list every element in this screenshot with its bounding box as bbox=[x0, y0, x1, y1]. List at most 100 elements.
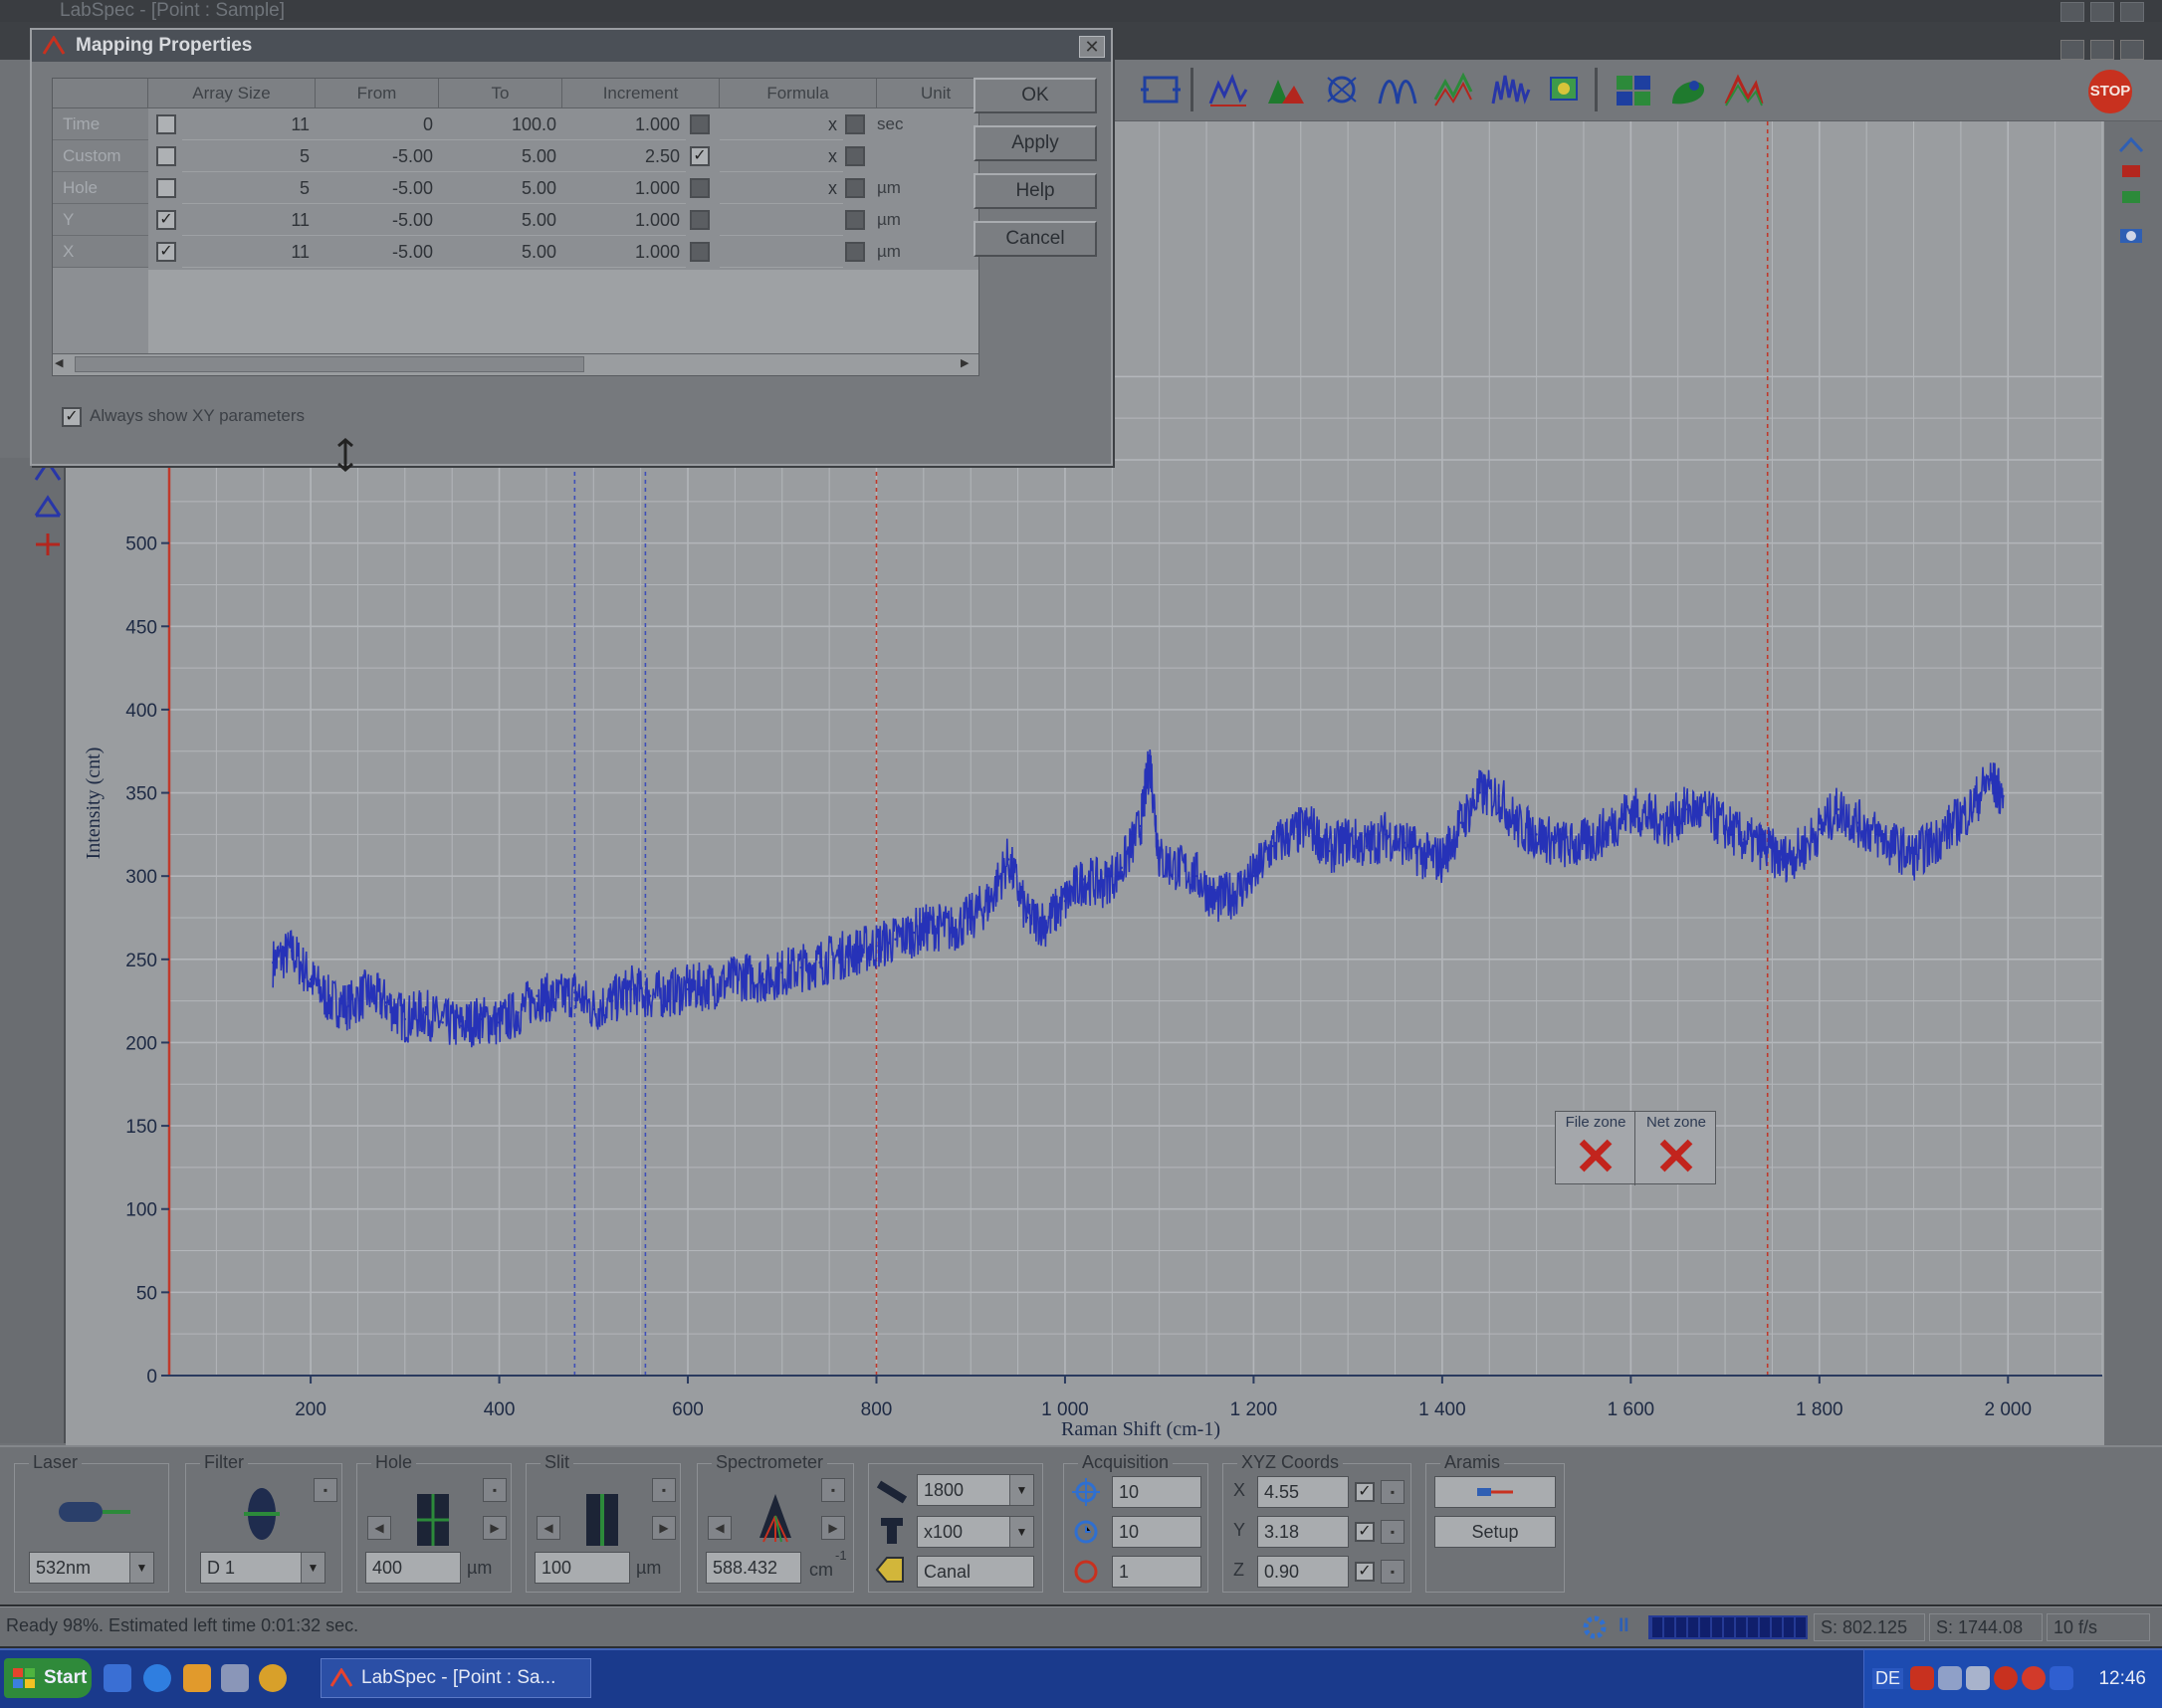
increment-cell[interactable]: 1.000 bbox=[562, 204, 686, 236]
grid-row-checkbox[interactable] bbox=[156, 146, 176, 166]
objective-select[interactable]: x100 ▼ bbox=[917, 1516, 1034, 1548]
spectrometer-option-button[interactable]: ▪ bbox=[821, 1478, 845, 1502]
ok-button[interactable]: OK bbox=[973, 78, 1097, 113]
to-cell[interactable]: 5.00 bbox=[439, 140, 562, 172]
array-size-cell[interactable]: 11 bbox=[182, 204, 316, 236]
array-size-cell[interactable]: 11 bbox=[182, 236, 316, 268]
chevron-down-icon[interactable]: ▼ bbox=[129, 1553, 153, 1583]
always-show-xy-option[interactable]: ✓ Always show XY parameters bbox=[62, 406, 305, 427]
array-size-cell[interactable]: 5 bbox=[182, 172, 316, 204]
overlay-spectra-icon[interactable] bbox=[1722, 70, 1766, 109]
x-goto-button[interactable]: ▪ bbox=[1381, 1480, 1405, 1504]
fit-zoom-icon[interactable] bbox=[1139, 70, 1183, 109]
z-coord-input[interactable]: 0.90 bbox=[1257, 1556, 1349, 1588]
multi-spectra-icon[interactable] bbox=[1431, 70, 1475, 109]
grid-horizontal-scrollbar[interactable]: ◀ ▶ bbox=[53, 353, 978, 375]
x-lock-checkbox[interactable]: ✓ bbox=[1355, 1482, 1375, 1502]
browser-quicklaunch-icon[interactable] bbox=[143, 1664, 171, 1692]
increment-cell[interactable]: 1.000 bbox=[562, 172, 686, 204]
unit-cell[interactable]: sec bbox=[871, 108, 978, 140]
peak-fit-icon[interactable] bbox=[1264, 70, 1308, 109]
display-tray-icon[interactable] bbox=[2050, 1666, 2073, 1690]
z-goto-button[interactable]: ▪ bbox=[1381, 1560, 1405, 1584]
col-formula[interactable]: Formula bbox=[720, 79, 877, 108]
col-unit[interactable]: Unit bbox=[877, 79, 978, 108]
filter-option-button[interactable]: ▪ bbox=[314, 1478, 337, 1502]
start-button[interactable]: Start bbox=[4, 1658, 92, 1698]
filter-select[interactable]: D 1 ▼ bbox=[200, 1552, 325, 1584]
always-show-xy-checkbox[interactable]: ✓ bbox=[62, 406, 82, 427]
player-quicklaunch-icon[interactable] bbox=[259, 1664, 287, 1692]
x-coord-input[interactable]: 4.55 bbox=[1257, 1476, 1349, 1508]
chevron-down-icon[interactable]: ▼ bbox=[301, 1553, 324, 1583]
col-to[interactable]: To bbox=[439, 79, 562, 108]
color-green-icon[interactable] bbox=[2116, 187, 2146, 207]
chevron-down-icon[interactable]: ▼ bbox=[1009, 1475, 1033, 1505]
cancel-button[interactable]: Cancel bbox=[973, 221, 1097, 257]
mapping-icon[interactable] bbox=[1320, 70, 1364, 109]
child-restore-button[interactable] bbox=[2090, 40, 2114, 60]
slit-input[interactable]: 100 bbox=[535, 1552, 630, 1584]
scroll-left-icon[interactable]: ◀ bbox=[55, 356, 71, 372]
spectrometer-input[interactable]: 588.432 bbox=[706, 1552, 801, 1584]
mapping-grid[interactable]: Array Size From To Increment Formula Uni… bbox=[52, 78, 979, 376]
grid-row-checkbox[interactable] bbox=[156, 178, 176, 198]
grid-row-checkbox[interactable]: ✓ bbox=[156, 210, 176, 230]
formula-checkbox[interactable] bbox=[845, 242, 865, 262]
grid-row-checkbox[interactable] bbox=[156, 114, 176, 134]
scroll-right-icon[interactable]: ▶ bbox=[961, 356, 976, 372]
to-cell[interactable]: 5.00 bbox=[439, 204, 562, 236]
antivirus-tray-icon[interactable] bbox=[2022, 1666, 2046, 1690]
formula-cell[interactable]: x bbox=[720, 172, 843, 204]
increment-cell[interactable]: 1.000 bbox=[562, 108, 686, 140]
hole-option-button[interactable]: ▪ bbox=[483, 1478, 507, 1502]
unit-cell[interactable]: µm bbox=[871, 204, 978, 236]
formula-checkbox[interactable] bbox=[845, 114, 865, 134]
printer-tray-icon[interactable] bbox=[1966, 1666, 1990, 1690]
labspec-quicklaunch-icon[interactable] bbox=[221, 1664, 249, 1692]
device-tray-icon[interactable] bbox=[1938, 1666, 1962, 1690]
to-cell[interactable]: 100.0 bbox=[439, 108, 562, 140]
cycles-input[interactable]: 1 bbox=[1112, 1556, 1201, 1588]
scrollbar-thumb[interactable] bbox=[75, 356, 584, 372]
image-grid-icon[interactable] bbox=[1613, 70, 1656, 109]
stop-button[interactable]: STOP bbox=[2088, 70, 2132, 113]
hole-decrease-button[interactable]: ◀ bbox=[367, 1516, 391, 1540]
baseline-icon[interactable] bbox=[34, 494, 62, 520]
formula-cell[interactable]: x bbox=[720, 140, 843, 172]
col-array-size[interactable]: Array Size bbox=[148, 79, 316, 108]
spectrometer-decrease-button[interactable]: ◀ bbox=[708, 1516, 732, 1540]
desktop-quicklaunch-icon[interactable] bbox=[104, 1664, 131, 1692]
array-size-cell[interactable]: 5 bbox=[182, 140, 316, 172]
spectrum-icon[interactable] bbox=[1206, 70, 1250, 109]
laser-select[interactable]: 532nm ▼ bbox=[29, 1552, 154, 1584]
dialog-close-button[interactable]: ✕ bbox=[1079, 36, 1105, 58]
child-minimize-button[interactable] bbox=[2060, 40, 2084, 60]
formula-checkbox[interactable] bbox=[845, 210, 865, 230]
color-red-icon[interactable] bbox=[2116, 161, 2146, 181]
y-lock-checkbox[interactable]: ✓ bbox=[1355, 1522, 1375, 1542]
formula-cell[interactable] bbox=[720, 236, 843, 268]
color-map-icon[interactable] bbox=[1666, 70, 1710, 109]
camera-icon[interactable] bbox=[2116, 221, 2146, 247]
grating-select[interactable]: 1800 ▼ bbox=[917, 1474, 1034, 1506]
slit-increase-button[interactable]: ▶ bbox=[652, 1516, 676, 1540]
apply-button[interactable]: Apply bbox=[973, 125, 1097, 161]
y-goto-button[interactable]: ▪ bbox=[1381, 1520, 1405, 1544]
maximize-button[interactable] bbox=[2090, 2, 2114, 22]
slit-decrease-button[interactable]: ◀ bbox=[537, 1516, 560, 1540]
from-cell[interactable]: -5.00 bbox=[316, 236, 439, 268]
cursor-mode-icon[interactable] bbox=[34, 532, 62, 557]
to-cell[interactable]: 5.00 bbox=[439, 172, 562, 204]
net-zone[interactable]: Net zone ✕ bbox=[1636, 1112, 1716, 1185]
slit-option-button[interactable]: ▪ bbox=[652, 1478, 676, 1502]
aramis-toggle-button[interactable] bbox=[1434, 1476, 1556, 1508]
aramis-setup-button[interactable]: Setup bbox=[1434, 1516, 1556, 1548]
video-icon[interactable] bbox=[1543, 70, 1587, 109]
increment-checkbox[interactable] bbox=[690, 242, 710, 262]
chevron-down-icon[interactable]: ▼ bbox=[1009, 1517, 1033, 1547]
hole-input[interactable]: 400 bbox=[365, 1552, 461, 1584]
detector-field[interactable]: Canal bbox=[917, 1556, 1034, 1588]
formula-cell[interactable]: x bbox=[720, 108, 843, 140]
formula-cell[interactable] bbox=[720, 204, 843, 236]
